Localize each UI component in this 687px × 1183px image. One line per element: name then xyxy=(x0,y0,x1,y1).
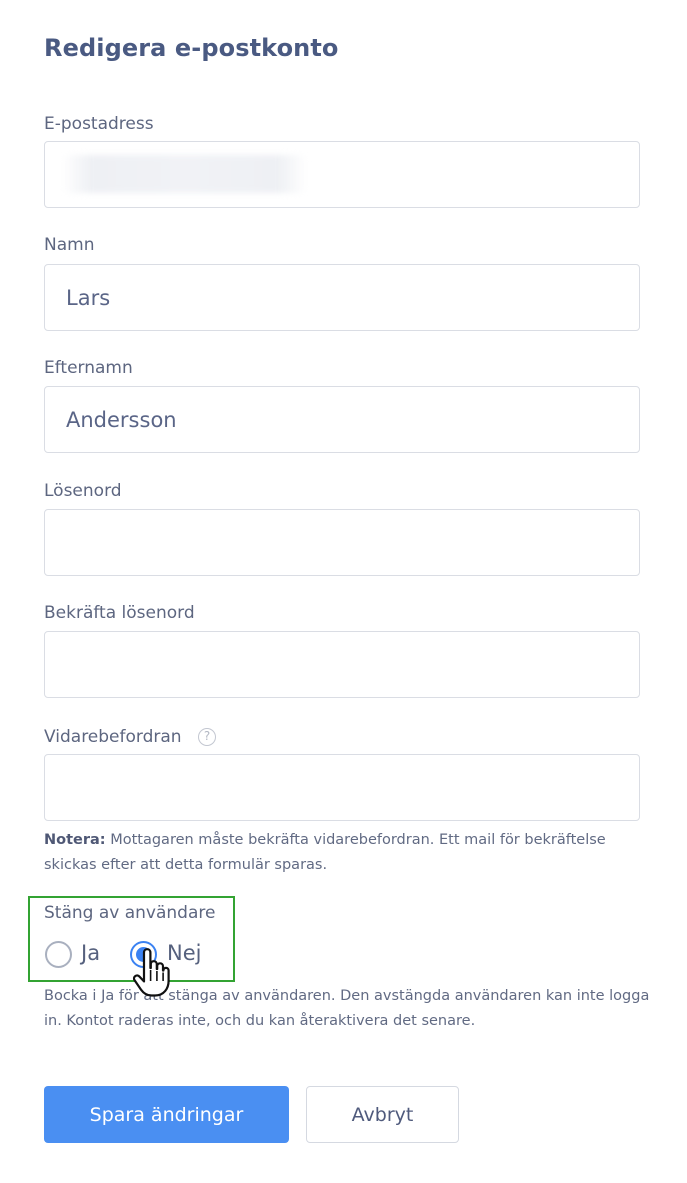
redacted-email-value xyxy=(62,155,307,193)
deactivate-no-label[interactable]: Nej xyxy=(167,941,201,965)
confirm-password-field[interactable] xyxy=(44,631,640,698)
hand-pointer-cursor-icon xyxy=(132,948,170,997)
last-name-label: Efternamn xyxy=(44,358,133,378)
forwarding-note: Notera: Mottagaren måste bekräfta vidare… xyxy=(44,828,644,877)
password-label: Lösenord xyxy=(44,481,122,501)
first-name-field[interactable] xyxy=(44,264,640,331)
first-name-label: Namn xyxy=(44,235,95,255)
confirm-password-label: Bekräfta lösenord xyxy=(44,603,195,623)
cancel-button[interactable]: Avbryt xyxy=(306,1086,459,1143)
last-name-field[interactable] xyxy=(44,386,640,453)
note-prefix: Notera: xyxy=(44,832,106,848)
deactivate-yes-label[interactable]: Ja xyxy=(81,941,100,965)
question-circle-icon[interactable]: ? xyxy=(198,728,216,746)
page-title: Redigera e-postkonto xyxy=(44,34,339,62)
note-text: Mottagaren måste bekräfta vidarebefordra… xyxy=(44,832,606,873)
forwarding-field[interactable] xyxy=(44,754,640,821)
password-field[interactable] xyxy=(44,509,640,576)
forwarding-label: Vidarebefordran xyxy=(44,727,182,747)
deactivate-user-label: Stäng av användare xyxy=(44,903,216,923)
deactivate-yes-radio[interactable] xyxy=(45,941,72,968)
email-label: E-postadress xyxy=(44,114,154,134)
save-changes-button[interactable]: Spara ändringar xyxy=(44,1086,289,1143)
